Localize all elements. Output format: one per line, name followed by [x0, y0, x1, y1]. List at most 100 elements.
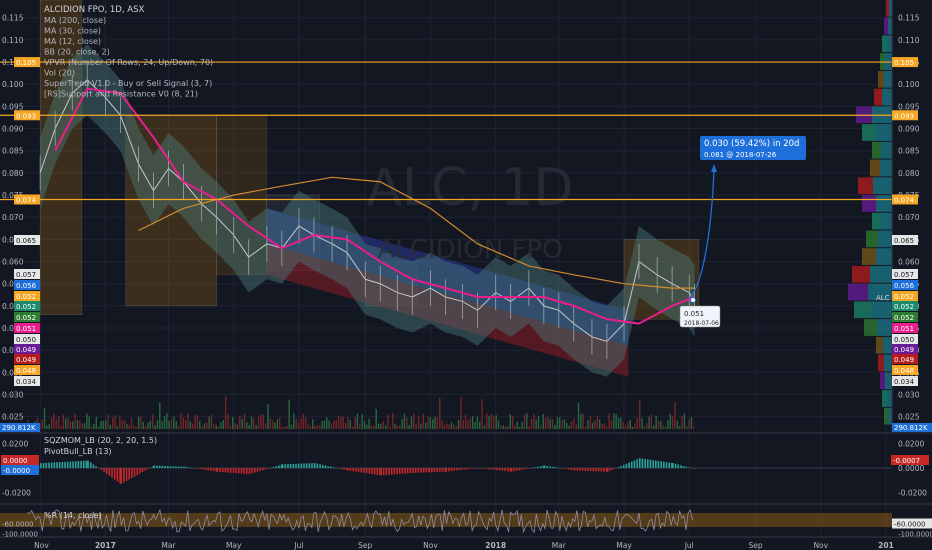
squeeze-bar [243, 468, 245, 474]
volume-profile-down-bar [883, 336, 892, 354]
squeeze-bar [472, 468, 474, 469]
stock-chart[interactable]: ALC, 1D ALCIDION FPO 0.030 (59.42%) in 2… [0, 0, 932, 550]
left-price-tag-label: 0.049 [16, 356, 36, 364]
volume-bar [481, 399, 483, 429]
volume-profile-down-bar [870, 265, 892, 283]
squeeze-bar [262, 468, 264, 471]
squeeze-bar [240, 468, 243, 474]
squeeze-bar [414, 468, 417, 473]
pivot-title: PivotBull_LB (13) [44, 447, 112, 456]
squeeze-bar [498, 468, 501, 471]
volume-bar [246, 422, 248, 429]
time-tick-label: 2018 [485, 541, 506, 550]
indicator-legend-item: BB (20, close, 2) [44, 48, 110, 57]
squeeze-bar [425, 468, 428, 473]
left-price-tag-label: 0.093 [16, 112, 36, 120]
squeeze-bar [595, 468, 597, 472]
volume-bar [622, 422, 624, 429]
squeeze-bar [448, 468, 450, 472]
volume-profile-up-bar [858, 177, 873, 195]
volume-bar [631, 426, 634, 429]
squeeze-bar [82, 460, 85, 468]
volume-bar [260, 414, 262, 429]
volume-bar [396, 425, 399, 429]
williams-r-value-label: -60.0000 [894, 521, 925, 529]
volume-bar [584, 426, 587, 429]
volume-bar [152, 414, 154, 429]
volume-bar [88, 416, 90, 429]
volume-bar [634, 423, 636, 429]
volume-bar [224, 396, 227, 429]
projection-change: 0.030 (59.42%) in 20d [704, 139, 799, 149]
squeeze-bar [534, 467, 537, 468]
volume-bar [236, 424, 239, 429]
squeeze-bar [332, 467, 335, 468]
volume-bar [664, 426, 667, 429]
squeeze-bar [105, 468, 108, 474]
volume-profile-down-bar [885, 372, 892, 390]
volume-profile-down-bar [888, 407, 892, 425]
volume-bar [678, 425, 681, 429]
squeeze-bar [349, 468, 352, 471]
volume-bar [523, 414, 526, 429]
squeeze-bar [603, 468, 605, 472]
volume-bar [304, 417, 307, 429]
squeeze-bar [516, 468, 518, 471]
volume-bar [387, 414, 389, 429]
volume-bar [163, 415, 166, 429]
volume-bar [274, 422, 276, 429]
volume-bar [403, 413, 406, 429]
volume-bar [351, 426, 354, 429]
price-tag-label: 0.074 [894, 196, 915, 204]
volume-bar [135, 426, 137, 429]
price-tick-label: 0.060 [898, 258, 920, 267]
volume-bar [314, 425, 316, 429]
volume-bar [636, 417, 639, 429]
volume-bar [187, 413, 189, 429]
squeeze-bar [149, 467, 152, 469]
squeeze-bar [251, 468, 253, 474]
squeeze-bar [477, 468, 480, 469]
squeeze-bar [576, 468, 579, 471]
price-tag-label: 0.051 [894, 325, 914, 333]
volume-bar [542, 413, 544, 429]
time-tick-label: Jul [684, 541, 694, 550]
volume-bar [347, 416, 349, 429]
point-marker [690, 297, 696, 303]
left-price-tag-label: 0.034 [16, 378, 37, 386]
price-tick-label: 0.090 [898, 125, 920, 134]
volume-bar [641, 418, 643, 429]
volume-bar [196, 415, 199, 429]
squeeze-bar [100, 468, 103, 471]
squeeze-bar [433, 468, 436, 473]
squeeze-bar [210, 468, 212, 471]
price-tag-label: 0.048 [894, 367, 914, 375]
volume-bar [69, 420, 72, 429]
indicator-legend-item: VPVR (Number Of Rows, 24, Up/Down, 70) [44, 58, 213, 67]
volume-bar [354, 417, 356, 429]
squeeze-bar [657, 460, 660, 468]
volume-bar [514, 425, 516, 429]
squeeze-bar [453, 468, 456, 471]
price-tick-label: 0.085 [898, 147, 920, 156]
squeeze-bar [113, 468, 116, 480]
squeeze-bar [292, 463, 295, 468]
squeeze-bar [567, 468, 570, 470]
volume-bar [650, 414, 653, 429]
indicator-legend-item: Vol (20) [44, 69, 75, 78]
volume-bar [104, 420, 107, 429]
volume-bar [114, 415, 116, 429]
squeeze-bar [456, 468, 458, 471]
volume-bar [671, 415, 674, 429]
squeeze-bar [644, 458, 646, 468]
volume-bar [537, 416, 540, 429]
squeeze-bar [264, 468, 267, 470]
left-price-tick-label: 0.080 [2, 169, 24, 178]
squeeze-tick-label: -0.0200 [898, 489, 927, 498]
price-tag-label: 0.050 [894, 336, 914, 344]
squeeze-bar [388, 468, 390, 475]
symbol-title: ALCIDION FPO, 1D, ASX [44, 5, 144, 15]
squeeze-bar [224, 468, 227, 473]
squeeze-bar [445, 468, 448, 472]
volume-bar [46, 425, 48, 429]
